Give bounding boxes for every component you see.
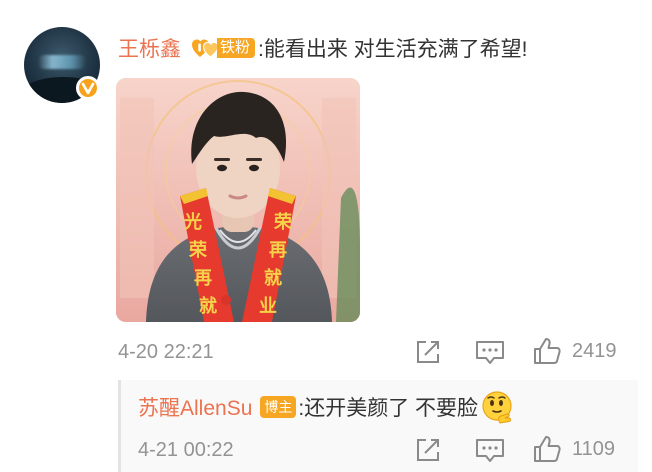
sash-left-char: 再: [194, 268, 212, 288]
thumbs-up-icon: [534, 338, 561, 364]
sash-right-char: 就: [264, 267, 282, 288]
share-button[interactable]: [414, 338, 442, 366]
reply-share-button[interactable]: [414, 436, 442, 464]
reply-text: :还开美颜了 不要脸: [298, 397, 479, 420]
comment-thread: 王栎鑫 铁粉 :能看出来 对生活充满了希望! 光 荣 再 就 荣 再 就 业 4…: [0, 0, 652, 472]
sash-right-char: 荣: [273, 211, 293, 232]
share-icon: [417, 439, 439, 461]
comment-text: :能看出来 对生活充满了希望!: [258, 38, 528, 61]
like-button[interactable]: 2419: [532, 336, 617, 366]
author-tag: 博主: [260, 396, 297, 418]
comment-icon: [476, 341, 504, 364]
thumbs-up-icon: [534, 436, 561, 462]
comment-photo[interactable]: 光 荣 再 就 荣 再 就 业: [116, 78, 360, 322]
reply-like-button[interactable]: 1109: [532, 434, 615, 464]
like-count: 2419: [572, 339, 617, 362]
share-icon: [417, 341, 439, 363]
reply-username[interactable]: 苏醒AllenSu: [138, 392, 252, 422]
reply-header: 苏醒AllenSu 博主 :还开美颜了 不要脸: [138, 391, 514, 424]
comment-header: 王栎鑫 铁粉 :能看出来 对生活充满了希望!: [118, 34, 528, 62]
sash-left-char: 光: [183, 211, 202, 232]
comment-icon: [476, 439, 504, 462]
fan-badge-label: 铁粉: [217, 38, 256, 58]
comment-button[interactable]: [474, 338, 506, 366]
comment-username[interactable]: 王栎鑫: [118, 33, 181, 63]
reply-comment-button[interactable]: [474, 436, 506, 464]
thinking-face-icon: [482, 391, 512, 424]
reply-like-count: 1109: [572, 437, 616, 460]
fan-badge: 铁粉: [191, 36, 256, 60]
comment-time: 4-20 22:21: [118, 341, 214, 363]
sash-left-char: 就: [199, 295, 217, 316]
sash-right-char: 再: [269, 240, 287, 260]
sash-right-char: 业: [259, 296, 277, 316]
reply-time: 4-21 00:22: [138, 439, 234, 461]
sash-left-char: 荣: [188, 239, 208, 260]
photo-illustration: 光 荣 再 就 荣 再 就 业: [116, 78, 360, 322]
verified-v-icon: [76, 76, 100, 100]
